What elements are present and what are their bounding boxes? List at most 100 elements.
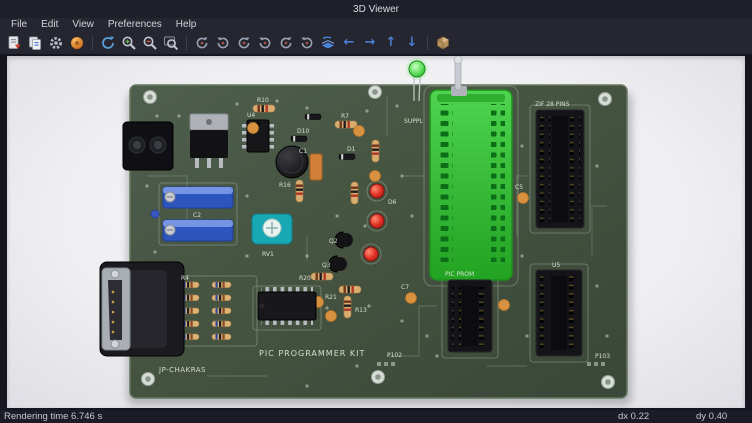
svg-text:SUPPL: SUPPL — [404, 118, 423, 125]
svg-text:ZIF 28 PINS: ZIF 28 PINS — [535, 101, 570, 108]
zoom-out-button[interactable] — [140, 33, 160, 53]
rotate-y-ccw-button[interactable] — [255, 33, 275, 53]
terminal-block — [123, 122, 173, 170]
rendering-time-text: Rendering time 6.746 s — [4, 411, 102, 422]
svg-text:RV1: RV1 — [262, 251, 274, 258]
pcb-render: R10 R7 U4 D10 D1 C1 R16 C2 D6 Q2 Q3 RV1 … — [7, 56, 745, 408]
rotate-x-cw-icon — [194, 35, 210, 51]
refresh-icon — [100, 35, 116, 51]
cursor-dy-value: dy 0.40 — [696, 411, 748, 422]
arrow-right-icon: → — [365, 36, 376, 49]
menu-view[interactable]: View — [65, 19, 101, 30]
ic-u4 — [242, 120, 274, 152]
flip-board-icon — [320, 35, 336, 51]
3d-viewer-window: 3D Viewer File Edit View Preferences Hel… — [0, 0, 752, 423]
svg-text:D1: D1 — [347, 146, 356, 153]
copy-image-icon — [27, 35, 43, 51]
svg-text:D6: D6 — [388, 199, 397, 206]
menu-preferences[interactable]: Preferences — [101, 19, 169, 30]
move-right-button[interactable]: → — [360, 33, 380, 53]
svg-text:P101: P101 — [103, 359, 118, 366]
raytracing-button[interactable] — [67, 33, 87, 53]
arrow-up-icon: ↑ — [386, 36, 397, 49]
svg-text:R10: R10 — [257, 97, 269, 104]
svg-text:R7: R7 — [341, 113, 349, 120]
trimmer-pot-2 — [163, 220, 233, 241]
ceramic-cap-blue — [151, 210, 159, 218]
svg-text:PIC PROM: PIC PROM — [445, 271, 474, 278]
svg-text:P102: P102 — [387, 352, 402, 359]
svg-text:Q3: Q3 — [322, 262, 331, 269]
dip-socket-u5 — [536, 270, 582, 356]
rotate-y-cw-button[interactable] — [234, 33, 254, 53]
svg-text:C7: C7 — [401, 284, 409, 291]
svg-text:C2: C2 — [193, 212, 201, 219]
menu-file[interactable]: File — [4, 19, 34, 30]
svg-text:C5: C5 — [515, 184, 523, 191]
3d-viewport[interactable]: R10 R7 U4 D10 D1 C1 R16 C2 D6 Q2 Q3 RV1 … — [7, 56, 745, 408]
dip-ic — [258, 287, 316, 325]
svg-text:Q2: Q2 — [329, 238, 338, 245]
toolbar-separator — [186, 36, 187, 50]
db9-connector — [100, 262, 184, 356]
rotate-z-ccw-icon — [299, 35, 315, 51]
menu-help[interactable]: Help — [169, 19, 204, 30]
arrow-down-icon: ↓ — [407, 36, 418, 49]
move-left-button[interactable]: ← — [339, 33, 359, 53]
menu-edit[interactable]: Edit — [34, 19, 65, 30]
arrow-left-icon: ← — [344, 36, 355, 49]
svg-text:U4: U4 — [247, 112, 255, 119]
viewport-frame: R10 R7 U4 D10 D1 C1 R16 C2 D6 Q2 Q3 RV1 … — [0, 54, 752, 410]
svg-text:JP-CHAKRAS: JP-CHAKRAS — [158, 366, 206, 374]
refresh-view-button[interactable] — [98, 33, 118, 53]
svg-text:R16: R16 — [279, 182, 291, 189]
svg-text:R21: R21 — [325, 294, 337, 301]
zoom-in-icon — [121, 35, 137, 51]
ortho-view-button[interactable] — [433, 33, 453, 53]
svg-text:R20: R20 — [299, 275, 311, 282]
trimpot-rv1 — [252, 214, 292, 244]
zoom-fit-icon — [163, 35, 179, 51]
status-bar: Rendering time 6.746 s dx 0.22 dy 0.40 — [0, 410, 752, 423]
trimmer-pot-1 — [163, 187, 233, 208]
toolbar-separator — [427, 36, 428, 50]
svg-text:R13: R13 — [355, 307, 367, 314]
flip-board-button[interactable] — [318, 33, 338, 53]
tool-bar: ← → ↑ ↓ — [0, 31, 752, 54]
settings-button[interactable] — [46, 33, 66, 53]
rotate-x-cw-button[interactable] — [192, 33, 212, 53]
ortho-cube-icon — [435, 35, 451, 51]
rotate-z-ccw-button[interactable] — [297, 33, 317, 53]
svg-text:R4: R4 — [181, 275, 189, 282]
export-image-button[interactable] — [4, 33, 24, 53]
move-down-button[interactable]: ↓ — [402, 33, 422, 53]
raytracing-icon — [69, 35, 85, 51]
toolbar-separator — [92, 36, 93, 50]
zif-socket — [430, 56, 512, 280]
window-title: 3D Viewer — [353, 4, 399, 15]
svg-text:U5: U5 — [552, 262, 560, 269]
dip-socket-28 — [536, 110, 584, 228]
svg-text:P103: P103 — [595, 353, 610, 360]
menu-bar: File Edit View Preferences Help — [0, 18, 752, 31]
title-bar[interactable]: 3D Viewer — [0, 0, 752, 18]
dip-socket-mid — [448, 280, 492, 352]
zoom-out-icon — [142, 35, 158, 51]
film-cap-c1 — [310, 154, 322, 180]
svg-text:C1: C1 — [299, 148, 307, 155]
zoom-in-button[interactable] — [119, 33, 139, 53]
voltage-regulator — [190, 114, 228, 168]
export-image-icon — [6, 35, 22, 51]
rotate-x-ccw-button[interactable] — [213, 33, 233, 53]
copy-image-button[interactable] — [25, 33, 45, 53]
rotate-x-ccw-icon — [215, 35, 231, 51]
move-up-button[interactable]: ↑ — [381, 33, 401, 53]
rotate-y-cw-icon — [236, 35, 252, 51]
rotate-z-cw-button[interactable] — [276, 33, 296, 53]
rotate-y-ccw-icon — [257, 35, 273, 51]
zoom-fit-button[interactable] — [161, 33, 181, 53]
svg-text:PIC PROGRAMMER KIT: PIC PROGRAMMER KIT — [259, 349, 365, 358]
svg-text:D10: D10 — [297, 128, 309, 135]
cursor-dx-value: dx 0.22 — [618, 411, 696, 422]
rotate-z-cw-icon — [278, 35, 294, 51]
